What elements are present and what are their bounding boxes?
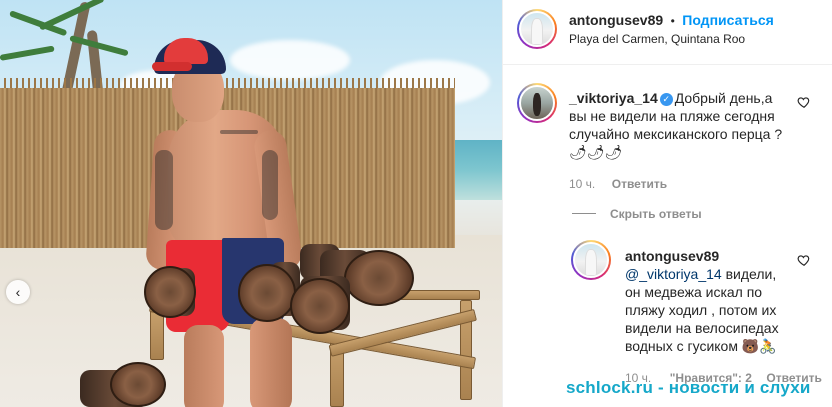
comment-time: 10 ч. bbox=[569, 177, 596, 191]
prev-photo-button[interactable]: ‹ bbox=[6, 280, 30, 304]
separator: • bbox=[670, 14, 675, 28]
post-photo[interactable]: ‹ bbox=[0, 0, 502, 407]
weight-disc bbox=[238, 264, 296, 322]
weight-disc bbox=[344, 250, 414, 306]
author-username[interactable]: antongusev89 bbox=[569, 12, 663, 28]
comments-panel: antongusev89 • Подписаться Playa del Car… bbox=[502, 0, 832, 407]
verified-icon: ✓ bbox=[659, 92, 673, 106]
palm-leaf bbox=[38, 0, 105, 31]
reply-username[interactable]: antongusev89 bbox=[625, 248, 719, 264]
tattoo bbox=[262, 150, 278, 220]
commenter-avatar[interactable] bbox=[517, 83, 557, 123]
comment-body: _viktoriya_14 ✓ Добрый день,а вы не видели… bbox=[569, 89, 791, 161]
author-avatar[interactable] bbox=[517, 9, 557, 49]
weight-disc bbox=[290, 278, 350, 334]
reply-avatar[interactable] bbox=[571, 240, 611, 280]
hide-replies-button[interactable]: Скрыть ответы bbox=[610, 207, 702, 221]
site-watermark: schlock.ru - новости и слухи bbox=[566, 378, 811, 397]
rack-leg bbox=[150, 310, 164, 360]
rack-beam bbox=[400, 290, 480, 300]
cap-brim bbox=[152, 62, 192, 71]
chevron-left-icon: ‹ bbox=[15, 284, 21, 300]
post-location[interactable]: Playa del Carmen, Quintana Roo bbox=[569, 32, 745, 46]
right-leg bbox=[250, 318, 292, 407]
weight-disc bbox=[110, 362, 166, 407]
heart-icon[interactable] bbox=[797, 95, 811, 109]
follow-button[interactable]: Подписаться bbox=[682, 12, 774, 28]
reply-mention[interactable]: @_viktoriya_14 bbox=[625, 266, 722, 282]
tattoo bbox=[220, 130, 258, 134]
weight-disc bbox=[144, 266, 196, 318]
palm-leaf bbox=[0, 45, 55, 61]
palm-leaf bbox=[8, 10, 68, 37]
reply-button[interactable]: Ответить bbox=[612, 177, 667, 191]
reply-body: antongusev89 @_viktoriya_14 видели, он м… bbox=[625, 247, 795, 355]
left-leg bbox=[184, 325, 224, 407]
cloud bbox=[230, 40, 350, 80]
post-header: antongusev89 • Подписаться Playa del Car… bbox=[503, 0, 832, 65]
tattoo bbox=[155, 150, 173, 230]
divider bbox=[572, 213, 596, 214]
commenter-username[interactable]: _viktoriya_14 bbox=[569, 90, 658, 106]
heart-icon[interactable] bbox=[797, 253, 811, 267]
